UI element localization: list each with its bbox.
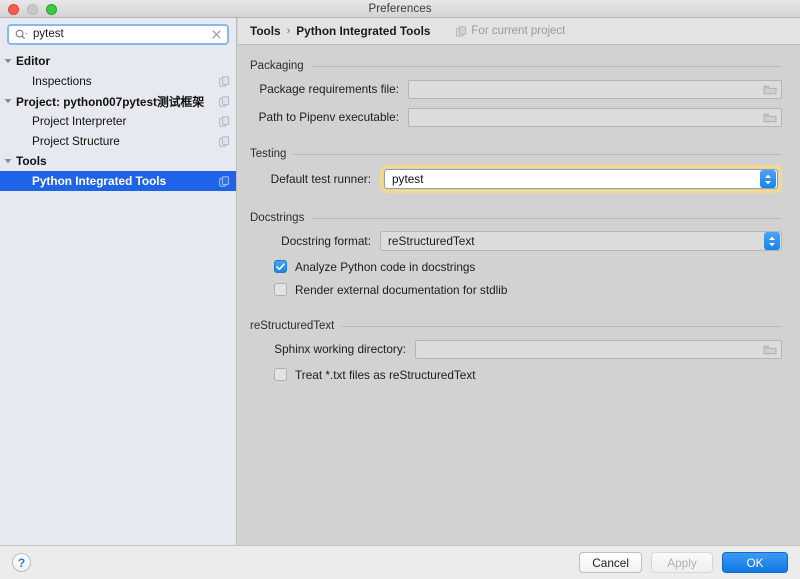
sidebar-item-label: Tools [16, 154, 47, 168]
project-scope-icon [219, 135, 230, 147]
sidebar-item-label: Editor [16, 54, 51, 68]
checkbox-label: Render external documentation for stdlib [295, 282, 508, 297]
section-header: reStructuredText [244, 317, 782, 335]
sidebar-item-project[interactable]: Project: python007pytest测试框架 [0, 91, 236, 111]
sphinx-working-directory-input[interactable] [415, 339, 782, 359]
zoom-button[interactable] [46, 4, 57, 15]
cancel-button[interactable]: Cancel [579, 552, 642, 573]
sidebar-item-label: Python Integrated Tools [32, 174, 167, 188]
field-label: Package requirements file: [259, 82, 399, 96]
project-scope-icon [219, 115, 230, 127]
minimize-button [27, 4, 38, 15]
settings-tree: Editor Inspections Project: python007pyt… [0, 49, 236, 191]
section-divider [341, 325, 782, 327]
section-title: Testing [250, 148, 287, 160]
field-package-requirements-file: Package requirements file: [244, 75, 782, 103]
sidebar-item-inspections[interactable]: Inspections [0, 71, 236, 91]
folder-browse-icon[interactable] [763, 112, 779, 123]
field-sphinx-working-directory: Sphinx working directory: [244, 335, 782, 363]
chevron-down-icon[interactable] [0, 58, 16, 64]
checkbox-label: Analyze Python code in docstrings [295, 259, 476, 274]
section-docstrings: Docstrings Docstring format: reStructure… [244, 209, 782, 301]
field-docstring-format: Docstring format: reStructuredText [244, 227, 782, 255]
section-divider [293, 153, 782, 155]
sidebar-item-project-interpreter[interactable]: Project Interpreter [0, 111, 236, 131]
section-title: reStructuredText [250, 320, 335, 332]
field-label: Sphinx working directory: [274, 342, 406, 356]
select-value: reStructuredText [388, 234, 475, 248]
section-divider [311, 217, 782, 219]
folder-browse-icon[interactable] [763, 84, 779, 95]
checkbox-unchecked-icon[interactable] [274, 368, 287, 381]
sidebar-item-label: Project: python007pytest测试框架 [16, 94, 205, 109]
field-label: Path to Pipenv executable: [258, 110, 399, 124]
search-match-highlight: pytest [380, 165, 782, 193]
dialog-footer: ? Cancel Apply OK [0, 545, 800, 579]
project-scope-icon [456, 25, 467, 37]
checkbox-label: Treat *.txt files as reStructuredText [295, 367, 476, 382]
scope-note-label: For current project [471, 25, 566, 37]
sidebar-item-python-integrated-tools[interactable]: Python Integrated Tools [0, 171, 236, 191]
checkbox-unchecked-icon[interactable] [274, 283, 287, 296]
search-input[interactable]: pytest [33, 26, 211, 43]
section-title: Docstrings [250, 212, 305, 224]
checkbox-treat-txt-as-restructuredtext[interactable]: Treat *.txt files as reStructuredText [244, 363, 782, 386]
chevron-down-icon[interactable] [0, 98, 16, 104]
checkbox-checked-icon[interactable] [274, 260, 287, 273]
docstring-format-select[interactable]: reStructuredText [380, 231, 782, 251]
package-requirements-file-input[interactable] [408, 79, 782, 99]
section-header: Testing [244, 145, 782, 163]
help-button[interactable]: ? [12, 553, 31, 572]
breadcrumb-separator: › [286, 25, 291, 37]
sidebar-item-label: Project Structure [32, 134, 120, 148]
search-icon [15, 29, 28, 40]
select-value: pytest [392, 172, 424, 186]
chevron-updown-icon[interactable] [764, 232, 780, 250]
settings-form: Packaging Package requirements file: Pat… [238, 45, 800, 386]
section-header: Packaging [244, 57, 782, 75]
clear-icon[interactable] [211, 29, 222, 40]
window-title: Preferences [368, 2, 432, 15]
field-label: Default test runner: [270, 172, 371, 186]
project-scope-icon [219, 175, 230, 187]
sidebar-item-editor[interactable]: Editor [0, 51, 236, 71]
default-test-runner-select[interactable]: pytest [384, 169, 778, 189]
section-header: Docstrings [244, 209, 782, 227]
search-container: pytest [0, 18, 236, 49]
section-title: Packaging [250, 60, 304, 72]
scope-note: For current project [456, 25, 565, 37]
project-scope-icon [219, 95, 230, 107]
path-to-pipenv-executable-input[interactable] [408, 107, 782, 127]
breadcrumb-current: Python Integrated Tools [296, 24, 431, 38]
breadcrumb: Tools › Python Integrated Tools For curr… [238, 18, 800, 45]
sidebar-item-label: Project Interpreter [32, 114, 127, 128]
field-label: Docstring format: [281, 234, 371, 248]
traffic-lights [8, 4, 57, 15]
window-titlebar: Preferences [0, 0, 800, 18]
search-field[interactable]: pytest [7, 24, 229, 45]
section-restructuredtext: reStructuredText Sphinx working director… [244, 317, 782, 386]
settings-detail-panel: Tools › Python Integrated Tools For curr… [238, 18, 800, 545]
checkbox-render-external-documentation[interactable]: Render external documentation for stdlib [244, 278, 782, 301]
sidebar-item-tools[interactable]: Tools [0, 151, 236, 171]
ok-button[interactable]: OK [722, 552, 788, 573]
settings-sidebar: pytest Editor Inspections Project: pytho… [0, 18, 237, 545]
section-divider [310, 65, 782, 67]
sidebar-item-label: Inspections [32, 74, 92, 88]
field-path-to-pipenv-executable: Path to Pipenv executable: [244, 103, 782, 131]
folder-browse-icon[interactable] [763, 344, 779, 355]
checkbox-analyze-python-code[interactable]: Analyze Python code in docstrings [244, 255, 782, 278]
sidebar-item-project-structure[interactable]: Project Structure [0, 131, 236, 151]
chevron-updown-icon[interactable] [760, 170, 776, 188]
close-button[interactable] [8, 4, 19, 15]
section-packaging: Packaging Package requirements file: Pat… [244, 57, 782, 131]
project-scope-icon [219, 75, 230, 87]
breadcrumb-parent[interactable]: Tools [250, 24, 281, 38]
section-testing: Testing Default test runner: pytest [244, 145, 782, 195]
dialog-actions: Cancel Apply OK [579, 552, 788, 573]
apply-button: Apply [651, 552, 713, 573]
field-default-test-runner: Default test runner: pytest [244, 163, 782, 195]
chevron-down-icon[interactable] [0, 158, 16, 164]
